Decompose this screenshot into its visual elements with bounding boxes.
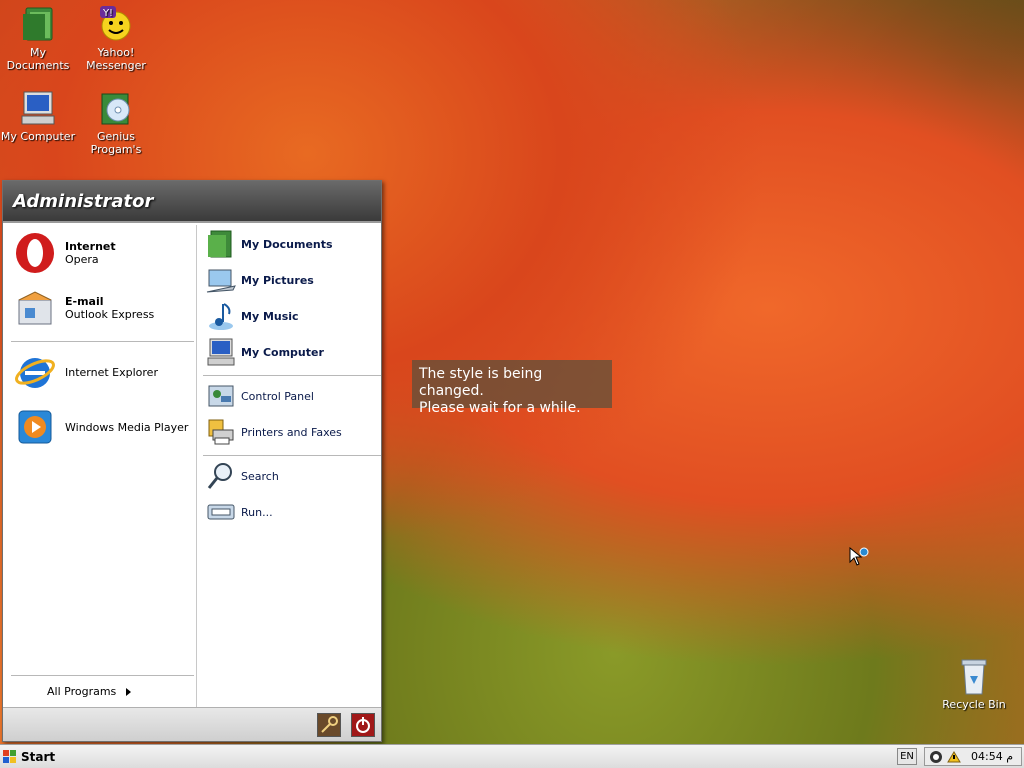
desktop-icon-label: Recycle Bin	[942, 698, 1006, 711]
recycle-bin-icon	[954, 656, 994, 696]
pictures-icon	[205, 264, 237, 296]
media-player-icon	[13, 405, 57, 449]
desktop-icon-label: My Documents	[6, 46, 70, 72]
all-programs-label: All Programs	[47, 685, 117, 698]
pinned-item-subtitle: Opera	[65, 253, 99, 266]
settings-label: Printers and Faxes	[241, 425, 342, 439]
settings-label: Control Panel	[241, 389, 314, 403]
desktop-icon-label: Genius Progam's	[90, 130, 142, 156]
pinned-item-email[interactable]: E-mail Outlook Express	[13, 284, 154, 332]
control-panel-icon	[205, 380, 237, 412]
start-menu-header: Administrator	[3, 181, 381, 223]
tools-label: Run...	[241, 505, 273, 519]
control-panel-item[interactable]: Control Panel	[205, 381, 314, 411]
separator	[11, 675, 194, 676]
start-label: Start	[21, 750, 56, 764]
desktop-icon-my-documents[interactable]: My Documents	[0, 4, 76, 72]
place-label: My Documents	[241, 237, 333, 251]
key-icon	[321, 716, 338, 733]
computer-icon	[18, 88, 58, 128]
tray-app-icon[interactable]	[929, 750, 943, 764]
search-item[interactable]: Search	[205, 461, 279, 491]
pinned-item-subtitle: Outlook Express	[65, 308, 155, 321]
svg-text:Y!: Y!	[102, 8, 113, 19]
run-icon	[205, 496, 237, 528]
pinned-item-title: E-mail	[65, 295, 104, 308]
turn-off-button[interactable]	[351, 713, 375, 737]
internet-explorer-icon	[13, 350, 57, 394]
clock[interactable]: 04:54 ﻡ	[971, 750, 1013, 763]
yahoo-messenger-icon: Y!	[96, 4, 136, 44]
place-label: My Computer	[241, 345, 324, 359]
desktop-icon-label: Yahoo! Messenger	[86, 46, 146, 72]
recent-item-windows-media-player[interactable]: Windows Media Player	[13, 403, 188, 451]
printers-faxes-item[interactable]: Printers and Faxes	[205, 417, 342, 447]
printer-icon	[205, 416, 237, 448]
documents-folder-icon	[18, 4, 58, 44]
outlook-express-icon	[13, 286, 57, 330]
tooltip-line: Please wait for a while.	[419, 400, 581, 416]
opera-icon	[13, 231, 57, 275]
user-name: Administrator	[13, 190, 154, 212]
place-my-documents[interactable]: My Documents	[205, 229, 333, 259]
system-tray: 04:54 ﻡ	[924, 747, 1022, 766]
run-item[interactable]: Run...	[205, 497, 273, 527]
desktop-icon-label: My Computer	[0, 130, 76, 143]
documents-folder-icon	[205, 228, 237, 260]
place-my-computer[interactable]: My Computer	[205, 337, 324, 367]
recent-item-internet-explorer[interactable]: Internet Explorer	[13, 348, 158, 396]
separator	[203, 455, 381, 456]
tools-label: Search	[241, 469, 279, 483]
start-menu-left-pane: Internet Opera E-mail Outlook Express In…	[3, 225, 196, 711]
music-note-icon	[205, 300, 237, 332]
all-programs-button[interactable]: All Programs	[47, 685, 132, 698]
computer-icon	[205, 336, 237, 368]
language-indicator[interactable]: EN	[897, 748, 917, 765]
busy-cursor-icon	[849, 546, 869, 572]
place-my-pictures[interactable]: My Pictures	[205, 265, 314, 295]
style-change-tooltip: The style is being changed. Please wait …	[412, 360, 612, 416]
desktop-icon-genius-programs[interactable]: Genius Progam's	[78, 88, 154, 156]
recent-item-label: Windows Media Player	[65, 420, 189, 434]
desktop-icon-yahoo-messenger[interactable]: Y! Yahoo! Messenger	[78, 4, 154, 72]
separator	[203, 375, 381, 376]
arrow-right-icon	[126, 687, 132, 696]
place-label: My Music	[241, 309, 299, 323]
taskbar: Start EN 04:54 ﻡ	[0, 744, 1024, 768]
place-my-music[interactable]: My Music	[205, 301, 299, 331]
place-label: My Pictures	[241, 273, 314, 287]
start-menu: Administrator Internet Opera E-mail Outl…	[2, 180, 382, 742]
pinned-item-title: Internet	[65, 240, 116, 253]
separator	[11, 341, 194, 342]
genius-programs-icon	[96, 88, 136, 128]
desktop-icon-recycle-bin[interactable]: Recycle Bin	[936, 656, 1012, 711]
start-menu-right-pane: My Documents My Pictures My Music My Com…	[196, 225, 381, 711]
desktop-icon-my-computer[interactable]: My Computer	[0, 88, 76, 143]
start-menu-footer	[3, 707, 381, 741]
pinned-item-internet[interactable]: Internet Opera	[13, 229, 116, 277]
recent-item-label: Internet Explorer	[65, 365, 158, 379]
start-button[interactable]: Start	[2, 747, 62, 767]
log-off-button[interactable]	[317, 713, 341, 737]
power-icon	[356, 717, 370, 733]
tooltip-line: The style is being changed.	[419, 366, 543, 399]
security-lock-icon[interactable]	[946, 750, 962, 764]
search-icon	[205, 460, 237, 492]
windows-logo-icon	[3, 750, 16, 763]
